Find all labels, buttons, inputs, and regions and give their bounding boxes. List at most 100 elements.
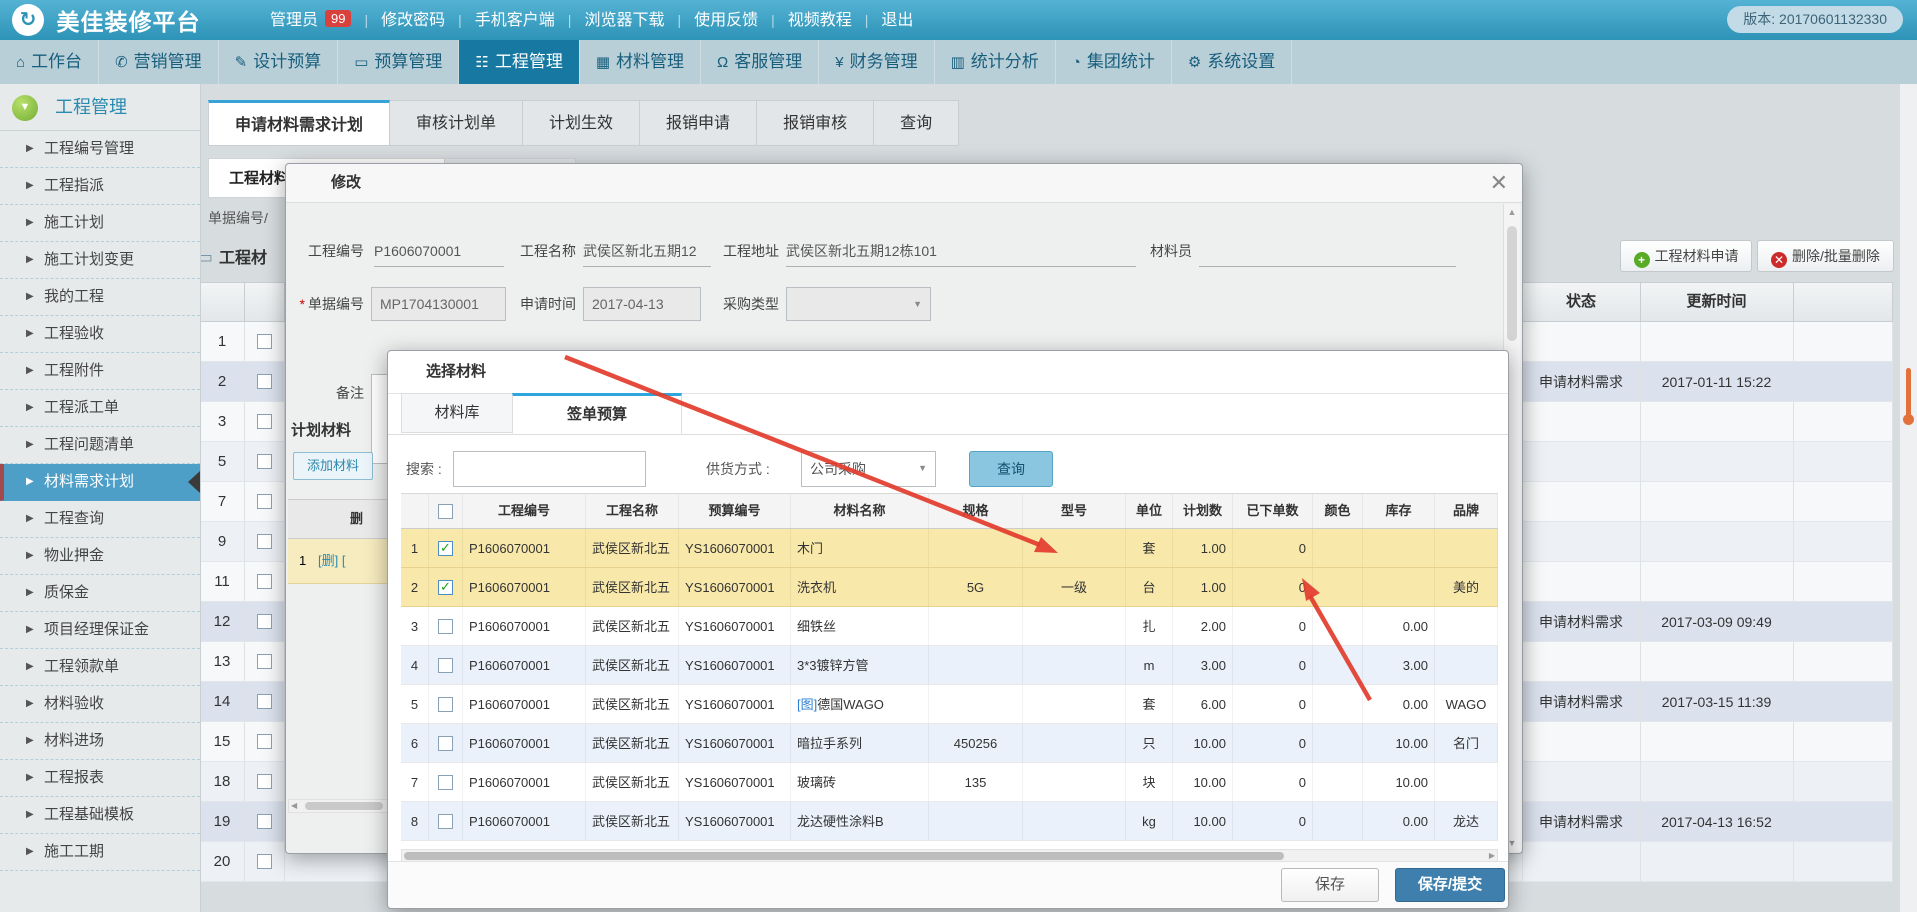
sidebar-item[interactable]: ▶施工计划 — [0, 205, 200, 242]
header-menu-item[interactable]: 修改密码 — [381, 12, 445, 29]
material-row[interactable]: 1P1606070001武侯区新北五YS1606070001木门套1.000 — [401, 529, 1498, 568]
header-menu-item[interactable]: 视频教程 — [788, 12, 852, 29]
material-row[interactable]: 6P1606070001武侯区新北五YS1606070001暗拉手系列45025… — [401, 724, 1498, 763]
nav-tab-edit[interactable]: ✎设计预算 — [219, 40, 339, 84]
purchase-type-select[interactable]: ▼ — [786, 287, 931, 321]
sidebar-item[interactable]: ▶施工工期 — [0, 834, 200, 871]
image-link[interactable]: [图] — [797, 697, 817, 712]
sidebar-item[interactable]: ▶施工计划变更 — [0, 242, 200, 279]
material-row[interactable]: 4P1606070001武侯区新北五YS16060700013*3镀锌方管m3.… — [401, 646, 1498, 685]
sidebar-item[interactable]: ▶材料需求计划 — [0, 464, 200, 501]
material-source-tab-2[interactable]: 签单预算 — [512, 393, 682, 434]
nav-tab-barchart[interactable]: ▥统计分析 — [935, 40, 1056, 84]
material-row[interactable]: 2P1606070001武侯区新北五YS1606070001洗衣机5G一级台1.… — [401, 568, 1498, 607]
material-row[interactable]: 3P1606070001武侯区新北五YS1606070001细铁丝扎2.0000… — [401, 607, 1498, 646]
sidebar-item[interactable]: ▶工程验收 — [0, 316, 200, 353]
query-button[interactable]: 查询 — [969, 451, 1053, 487]
header-menu-item[interactable]: 退出 — [881, 12, 913, 29]
header-menu-item[interactable]: 浏览器下载 — [584, 12, 664, 29]
row-checkbox[interactable] — [257, 454, 272, 469]
scroll-left-icon[interactable]: ◀ — [291, 800, 297, 812]
sidebar-item[interactable]: ▶我的工程 — [0, 279, 200, 316]
sidebar-item[interactable]: ▶工程指派 — [0, 168, 200, 205]
row-checkbox[interactable] — [257, 534, 272, 549]
row-checkbox[interactable] — [257, 614, 272, 629]
nav-tab-grid[interactable]: ▦材料管理 — [580, 40, 701, 84]
sidebar-item[interactable]: ▶工程报表 — [0, 760, 200, 797]
material-row[interactable]: 8P1606070001武侯区新北五YS1606070001龙达硬性涂料Bkg1… — [401, 802, 1498, 841]
add-material-button[interactable]: 添加材料 — [293, 452, 373, 480]
row-checkbox[interactable] — [257, 734, 272, 749]
scroll-up-icon[interactable]: ▲ — [1504, 207, 1520, 217]
save-submit-button[interactable]: 保存/提交 — [1395, 868, 1505, 902]
tab-6[interactable]: 查询 — [874, 100, 959, 146]
hscroll-thumb[interactable] — [404, 852, 1284, 860]
row-checkbox[interactable] — [257, 414, 272, 429]
scrollbar-thumb[interactable] — [1906, 368, 1911, 420]
nav-tab-chat[interactable]: ✆营销管理 — [99, 40, 219, 84]
order-no-input[interactable]: MP1704130001 — [371, 287, 506, 321]
row-checkbox[interactable] — [438, 619, 453, 634]
close-icon[interactable]: ✕ — [1490, 169, 1508, 197]
edit-modal-hscrollbar[interactable]: ◀ — [288, 799, 388, 813]
page-scrollbar[interactable] — [1899, 84, 1917, 912]
row-checkbox[interactable] — [257, 654, 272, 669]
row-checkbox[interactable] — [257, 774, 272, 789]
apply-time-input[interactable]: 2017-04-13 — [583, 287, 701, 321]
row-checkbox[interactable] — [257, 334, 272, 349]
row-checkbox[interactable] — [438, 697, 453, 712]
row-checkbox[interactable] — [257, 814, 272, 829]
sidebar-item[interactable]: ▶项目经理保证金 — [0, 612, 200, 649]
sidebar-item[interactable]: ▶工程附件 — [0, 353, 200, 390]
row-checkbox[interactable] — [257, 494, 272, 509]
row-checkbox[interactable] — [257, 574, 272, 589]
sidebar-header[interactable]: ▼ 工程管理 — [0, 84, 200, 131]
sidebar-item[interactable]: ▶工程查询 — [0, 501, 200, 538]
nav-tab-monitor[interactable]: ▭预算管理 — [338, 40, 459, 84]
sidebar-item[interactable]: ▶工程派工单 — [0, 390, 200, 427]
sidebar-item[interactable]: ▶质保金 — [0, 575, 200, 612]
sidebar-item[interactable]: ▶材料验收 — [0, 686, 200, 723]
tab-5[interactable]: 报销审核 — [757, 100, 874, 146]
delete-link[interactable]: [删] [ — [318, 539, 345, 583]
nav-tab-yuan[interactable]: ¥财务管理 — [819, 40, 934, 84]
nav-tab-gear[interactable]: ⚙系统设置 — [1172, 40, 1292, 84]
nav-tab-project[interactable]: ☷工程管理 — [459, 40, 579, 84]
row-checkbox[interactable] — [257, 854, 272, 869]
sidebar-item[interactable]: ▶材料进场 — [0, 723, 200, 760]
select-all-checkbox[interactable] — [438, 504, 453, 519]
header-menu-item[interactable]: 手机客户端 — [475, 12, 555, 29]
nav-tab-headset[interactable]: Ω客服管理 — [701, 40, 819, 84]
save-button[interactable]: 保存 — [1281, 868, 1379, 902]
tab-3[interactable]: 计划生效 — [523, 100, 640, 146]
sidebar-item[interactable]: ▶工程领款单 — [0, 649, 200, 686]
material-source-tab-1[interactable]: 材料库 — [401, 393, 513, 433]
user-label[interactable]: 管理员 — [270, 12, 318, 29]
supply-mode-select[interactable]: 公司采购 ▼ — [801, 451, 936, 487]
search-input[interactable] — [453, 451, 646, 487]
sidebar-item[interactable]: ▶工程编号管理 — [0, 131, 200, 168]
nav-tab-home[interactable]: ⌂工作台 — [0, 40, 99, 84]
row-checkbox[interactable] — [438, 814, 453, 829]
row-checkbox[interactable] — [438, 775, 453, 790]
row-checkbox[interactable] — [438, 736, 453, 751]
material-row[interactable]: 5P1606070001武侯区新北五YS1606070001[图]德国WAGO套… — [401, 685, 1498, 724]
tab-4[interactable]: 报销申请 — [640, 100, 757, 146]
tab-1[interactable]: 申请材料需求计划 — [208, 100, 390, 146]
row-checkbox[interactable] — [257, 374, 272, 389]
sidebar-item[interactable]: ▶工程问题清单 — [0, 427, 200, 464]
vscroll-thumb[interactable] — [1507, 226, 1517, 341]
hscroll-thumb[interactable] — [305, 802, 383, 810]
add-material-request-button[interactable]: +工程材料申请 — [1620, 240, 1752, 272]
row-checkbox[interactable] — [257, 694, 272, 709]
sidebar-item[interactable]: ▶物业押金 — [0, 538, 200, 575]
header-menu-item[interactable]: 使用反馈 — [694, 12, 758, 29]
nav-tab-piechart[interactable]: ◔集团统计 — [1056, 40, 1172, 84]
row-checkbox[interactable] — [438, 580, 453, 595]
sidebar-item[interactable]: ▶工程基础模板 — [0, 797, 200, 834]
row-checkbox[interactable] — [438, 541, 453, 556]
material-row[interactable]: 7P1606070001武侯区新北五YS1606070001玻璃砖135块10.… — [401, 763, 1498, 802]
tab-2[interactable]: 审核计划单 — [390, 100, 523, 146]
delete-batch-button[interactable]: ✕删除/批量删除 — [1757, 240, 1894, 272]
row-checkbox[interactable] — [438, 658, 453, 673]
